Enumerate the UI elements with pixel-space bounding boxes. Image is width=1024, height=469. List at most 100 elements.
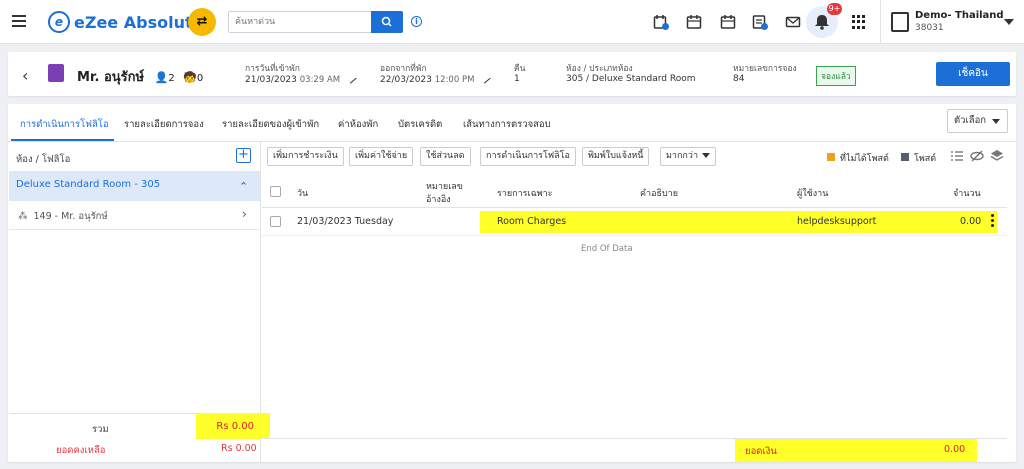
balance-label: ยอดคงเหลือ [56,445,106,456]
shuffle-icon[interactable]: ⇄ [188,8,216,36]
search-input[interactable] [228,11,371,33]
row-checkbox[interactable] [270,216,281,227]
apps-grid-icon[interactable] [852,15,866,29]
tab-audit-trail[interactable]: เส้นทางการตรวจสอบ [463,117,551,132]
print-invoice-button[interactable]: พิมพ์ใบแจ้งหนี้ [582,147,650,166]
unposted-legend-swatch [827,153,835,161]
menu-icon[interactable] [12,15,26,27]
departure-time: 12:00 PM [434,75,475,85]
tab-credit-card[interactable]: บัตรเครดิต [398,117,442,132]
guest-folio-label: ⁂ 149 - Mr. อนุรักษ์ [18,209,108,224]
column-ref-line2: อ้างอิง [426,195,451,205]
search-button[interactable] [371,11,403,33]
calendar-icon[interactable] [720,14,736,30]
column-ref-line1: หมายเลข [426,182,463,192]
tab-booking-details[interactable]: รายละเอียดการจอง [124,117,204,132]
layers-icon[interactable] [990,149,1004,163]
status-badge: จองแล้ว [816,66,856,86]
tab-guest-details[interactable]: รายละเอียดของผู้เข้าพัก [222,117,319,132]
room-value: 305 / Deluxe Standard Room [566,74,696,84]
logo-text: eZee Absolute [74,12,204,32]
tab-room-charges[interactable]: ค่าห้องพัก [338,117,378,132]
add-folio-icon[interactable]: + [236,148,251,163]
room-icon [48,64,64,82]
chevron-down-icon [702,153,710,158]
add-payment-button[interactable]: เพิ่มการชำระเงิน [267,147,344,166]
folio-list-header: ห้อง / โฟลิโอ [16,154,71,165]
adults-count: 2 [168,73,175,84]
folio-operations-button[interactable]: การดำเนินการโฟลิโอ [480,147,576,166]
tab-folio-operations[interactable]: การดำเนินการโฟลิโอ [20,117,109,132]
calendar-plus-icon[interactable] [653,14,669,30]
notification-badge: 9+ [827,3,842,15]
logo-mark-icon: e [48,11,70,33]
nights-label: คืน [514,64,526,74]
calendar-list-icon[interactable] [752,14,768,30]
total-value: Rs 0.00 [196,413,270,439]
balance-value: Rs 0.00 [221,443,257,454]
options-label: ตัวเลือก [954,115,987,126]
departure-value: 22/03/2023 12:00 PM [380,72,491,85]
unposted-legend-label: ที่ไม่ได้โพสต์ [840,154,889,164]
table-header [262,171,1007,208]
hotel-building-icon [891,12,909,32]
list-view-icon[interactable] [950,149,964,163]
more-label: มากกว่า [666,151,698,161]
row-menu-icon[interactable] [991,214,994,229]
column-description: คำอธิบาย [640,189,679,199]
posted-legend-label: โพสต์ [914,154,937,164]
adult-icon: 👤 [154,71,169,84]
row-date: 21/03/2023 Tuesday [297,216,394,227]
end-of-data: End Of Data [581,244,633,254]
mail-icon[interactable] [785,14,801,30]
back-icon[interactable]: ‹ [22,66,28,85]
departure-date: 22/03/2023 [380,75,432,85]
guest-folio-text: 149 - Mr. อนุรักษ์ [33,211,108,222]
arrival-label: การวันที่เข้าพัก [245,64,300,74]
amount-value: 0.00 [944,444,966,455]
posted-legend-swatch [901,153,909,161]
reservation-number: 84 [733,74,745,84]
column-amount: จำนวน [953,189,981,199]
add-charge-button[interactable]: เพิ่มค่าใช้จ่าย [349,147,414,166]
app-logo[interactable]: e eZee Absolute [48,9,203,35]
apply-discount-button[interactable]: ใช้ส่วนลด [420,147,471,166]
calendar-check-icon[interactable] [686,14,702,30]
column-user: ผู้ใช้งาน [797,189,829,199]
chevron-down-icon [992,119,1000,124]
chevron-right-icon[interactable]: › [242,207,247,221]
column-date: วัน [297,189,309,199]
search-icon [381,16,392,27]
hide-icon[interactable] [970,149,984,163]
row-amount: 0.00 [960,216,982,227]
arrival-time: 03:29 AM [299,75,341,85]
guest-name: Mr. อนุรักษ์ 👤2 🧒0 [77,66,203,87]
hotel-dropdown-icon[interactable] [1004,19,1014,25]
room-folio-label: Deluxe Standard Room - 305 [16,179,161,190]
check-in-button[interactable]: เช็คอิน [936,62,1010,86]
row-user: helpdesksupport [797,216,877,227]
guest-name-text: Mr. อนุรักษ์ [77,70,145,85]
total-label: รวม [92,424,109,435]
reservation-number-label: หมายเลขการจอง [733,64,797,74]
amount-label: ยอดเงิน [745,446,777,457]
departure-label: ออกจากที่พัก [380,64,427,74]
options-dropdown[interactable]: ตัวเลือก [947,109,1008,133]
edit-arrival-icon[interactable] [345,72,357,84]
topbar-divider [880,0,881,44]
column-particulars: รายการเฉพาะ [497,189,553,199]
hotel-code: 38031 [915,23,944,33]
children-count: 0 [196,73,204,84]
sitemap-icon: ⁂ [18,211,28,222]
child-icon: 🧒 [183,71,197,84]
chevron-up-icon[interactable]: ⌃ [239,180,248,193]
more-button[interactable]: มากกว่า [660,147,716,166]
row-particulars: Room Charges [497,216,567,227]
info-icon[interactable]: i [411,16,422,27]
hotel-name[interactable]: Demo- Thailand [915,10,1004,21]
room-label: ห้อง / ประเภทห้อง [566,64,633,74]
arrival-value: 21/03/2023 03:29 AM [245,72,357,85]
nights-value: 1 [514,74,520,84]
select-all-checkbox[interactable] [270,186,281,197]
edit-departure-icon[interactable] [479,72,491,84]
